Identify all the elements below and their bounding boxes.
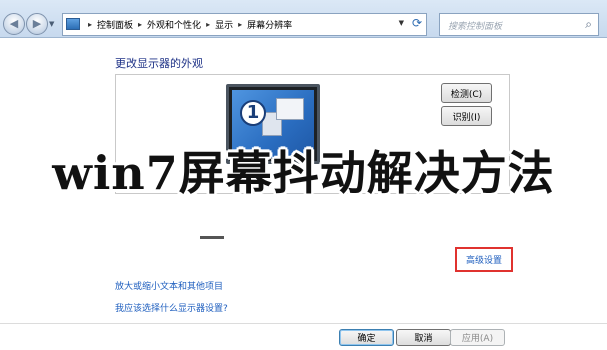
divider <box>200 236 224 239</box>
cancel-button[interactable]: 取消 <box>396 329 451 346</box>
chevron-right-icon[interactable]: ▸ <box>238 20 242 29</box>
ok-button[interactable]: 确定 <box>339 329 394 346</box>
back-button[interactable]: ◀ <box>3 13 25 35</box>
breadcrumb-display[interactable]: 显示 <box>215 18 233 31</box>
search-icon[interactable]: ⌕ <box>585 17 592 32</box>
search-input[interactable]: 搜索控制面板 ⌕ <box>439 13 599 36</box>
breadcrumb-screen-resolution[interactable]: 屏幕分辨率 <box>247 18 292 31</box>
window-titlebar: ◀ ▶ ▼ ▸ 控制面板 ▸ 外观和个性化 ▸ 显示 ▸ 屏幕分辨率 ▼ ⟳ 搜… <box>0 0 607 38</box>
arrow-left-icon: ◀ <box>9 17 19 30</box>
apply-button[interactable]: 应用(A) <box>450 329 505 346</box>
chevron-right-icon[interactable]: ▸ <box>206 20 210 29</box>
arrow-right-icon: ▶ <box>32 17 42 30</box>
detect-button[interactable]: 检测(C) <box>441 83 492 103</box>
breadcrumb-appearance[interactable]: 外观和个性化 <box>147 18 201 31</box>
forward-button[interactable]: ▶ <box>26 13 48 35</box>
search-placeholder: 搜索控制面板 <box>448 22 503 32</box>
footer-divider <box>0 323 607 324</box>
text-size-link[interactable]: 放大或缩小文本和其他项目 <box>115 279 223 292</box>
recent-pages-dropdown-icon[interactable]: ▼ <box>49 20 54 28</box>
chevron-right-icon[interactable]: ▸ <box>138 20 142 29</box>
overlay-title: win7屏幕抖动解决方法 <box>52 146 555 200</box>
advanced-settings-highlight: 高级设置 <box>455 247 513 272</box>
control-panel-icon <box>66 18 80 30</box>
refresh-icon[interactable]: ⟳ <box>412 16 422 30</box>
window-thumbnail-icon <box>276 98 304 120</box>
advanced-settings-link[interactable]: 高级设置 <box>466 253 502 266</box>
address-bar[interactable]: ▸ 控制面板 ▸ 外观和个性化 ▸ 显示 ▸ 屏幕分辨率 ▼ ⟳ <box>62 13 427 36</box>
identify-button[interactable]: 识别(I) <box>441 106 492 126</box>
breadcrumb: ▸ 控制面板 ▸ 外观和个性化 ▸ 显示 ▸ 屏幕分辨率 <box>83 14 292 35</box>
monitor-number-badge: 1 <box>240 100 266 126</box>
display-help-link[interactable]: 我应该选择什么显示器设置? <box>115 301 228 314</box>
breadcrumb-control-panel[interactable]: 控制面板 <box>97 18 133 31</box>
address-dropdown-icon[interactable]: ▼ <box>399 19 404 27</box>
page-title: 更改显示器的外观 <box>115 57 203 70</box>
chevron-right-icon[interactable]: ▸ <box>88 20 92 29</box>
